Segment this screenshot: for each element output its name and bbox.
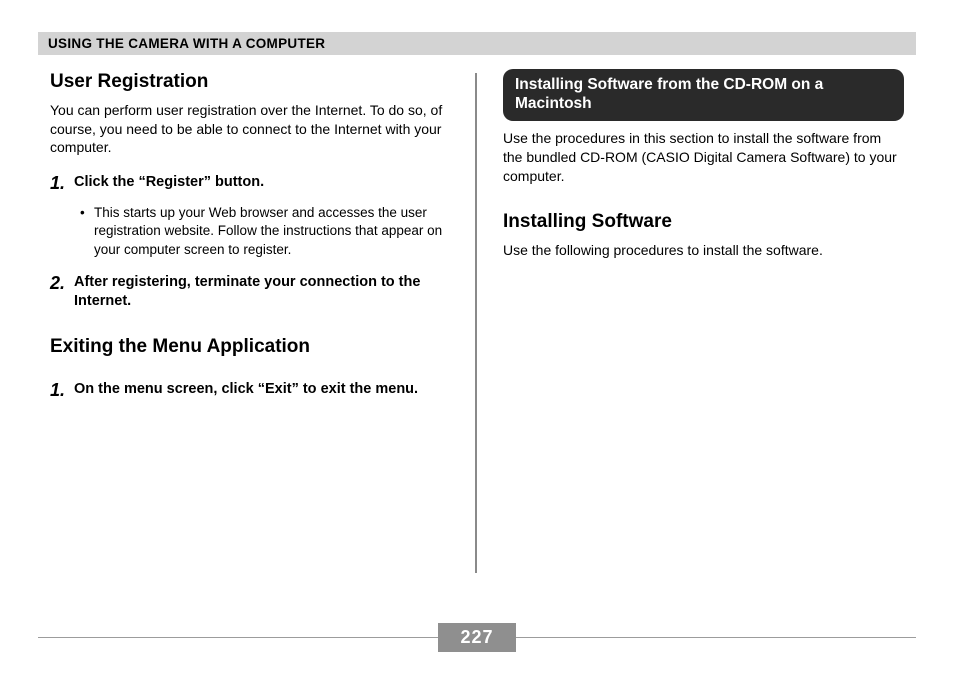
- callout-title: Installing Software from the CD-ROM on a…: [515, 76, 823, 112]
- spacer: [50, 366, 451, 380]
- footer-rule-left: [38, 637, 438, 638]
- step-2: 2. After registering, terminate your con…: [50, 273, 451, 312]
- callout-box: Installing Software from the CD-ROM on a…: [503, 69, 904, 121]
- left-column: User Registration You can perform user r…: [38, 69, 475, 589]
- step-1: 1. Click the “Register” button.: [50, 173, 451, 194]
- step-1-bullet: • This starts up your Web browser and ac…: [80, 204, 451, 259]
- spacer: [503, 201, 904, 209]
- paragraph-installing-software: Use the following procedures to install …: [503, 241, 904, 260]
- step-text: On the menu screen, click “Exit” to exit…: [74, 380, 451, 401]
- heading-installing-software: Installing Software: [503, 209, 904, 235]
- paragraph-user-registration: You can perform user registration over t…: [50, 101, 451, 158]
- section-header-text: USING THE CAMERA WITH A COMPUTER: [48, 36, 325, 51]
- heading-user-registration: User Registration: [50, 69, 451, 95]
- manual-page: USING THE CAMERA WITH A COMPUTER User Re…: [0, 32, 954, 678]
- section-header-bar: USING THE CAMERA WITH A COMPUTER: [38, 32, 916, 55]
- step-number: 1.: [50, 380, 74, 401]
- bullet-dot-icon: •: [80, 204, 94, 259]
- step-number: 1.: [50, 173, 74, 194]
- footer-line: 227: [38, 623, 916, 652]
- step-text: Click the “Register” button.: [74, 173, 451, 194]
- content-columns: User Registration You can perform user r…: [38, 69, 916, 589]
- step-text: After registering, terminate your connec…: [74, 273, 451, 312]
- heading-exiting-menu: Exiting the Menu Application: [50, 334, 451, 360]
- page-number: 227: [438, 623, 515, 652]
- exit-step-1: 1. On the menu screen, click “Exit” to e…: [50, 380, 451, 401]
- footer-rule-right: [516, 637, 916, 638]
- bullet-text: This starts up your Web browser and acce…: [94, 204, 451, 259]
- right-column: Installing Software from the CD-ROM on a…: [477, 69, 916, 589]
- page-footer: 227: [38, 623, 916, 652]
- step-number: 2.: [50, 273, 74, 312]
- callout-body: Use the procedures in this section to in…: [503, 129, 904, 186]
